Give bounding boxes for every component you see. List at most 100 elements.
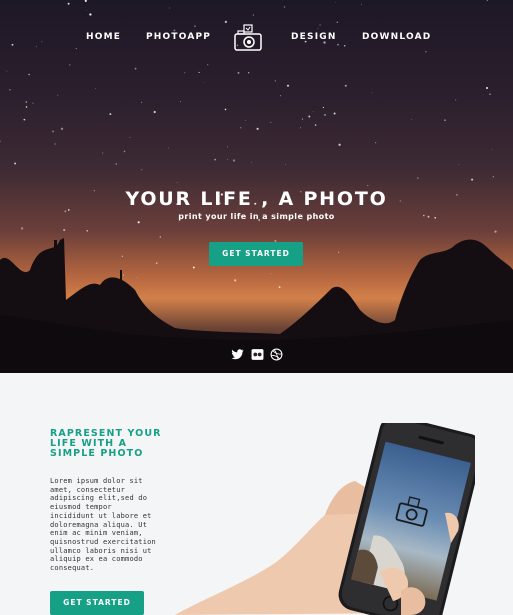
star: [485, 86, 489, 90]
star: [6, 70, 8, 72]
star: [301, 118, 303, 120]
feature-section: RAPRESENT YOUR LIFE WITH A SIMPLE PHOTO …: [0, 373, 513, 615]
feature-title: RAPRESENT YOUR LIFE WITH A SIMPLE PHOTO: [50, 429, 180, 459]
star: [226, 159, 228, 160]
star: [300, 127, 301, 129]
star: [52, 130, 54, 133]
feature-body-line: aliquip ex ea commodo: [50, 555, 143, 564]
nav-download[interactable]: DOWNLOAD: [362, 32, 431, 42]
camera-logo-icon[interactable]: [233, 24, 263, 54]
feature-body-line: doloremagna aliqua. Ut: [50, 520, 148, 529]
star: [141, 101, 143, 103]
hero-section: HOME PHOTOAPP DESIGN DOWNLOAD YOUR LIFE …: [0, 0, 513, 373]
star: [25, 106, 28, 108]
feature-title-line: SIMPLE PHOTO: [50, 448, 144, 459]
star: [286, 84, 290, 87]
star: [203, 82, 205, 83]
hero-get-started-button[interactable]: GET STARTED: [209, 242, 303, 266]
star: [95, 87, 96, 89]
hero-title: YOUR LIFE , A PHOTO: [125, 188, 388, 210]
star: [458, 164, 460, 166]
hero-subtitle: print your life in a simple photo: [178, 212, 335, 221]
feature-body-line: Lorem ipsum dolor sit: [50, 477, 143, 485]
star: [84, 0, 87, 2]
feature-body-line: incididunt ut labore et: [50, 511, 152, 520]
hand-holding-phone-image: [175, 423, 475, 615]
star: [14, 162, 17, 165]
feature-body-line: enim ac minim veniam,: [50, 529, 143, 538]
star: [314, 124, 317, 126]
star: [141, 169, 143, 171]
star: [69, 64, 71, 66]
star: [167, 147, 169, 149]
star: [123, 150, 126, 153]
feature-body-line: quisnostrud exercitation: [50, 537, 156, 546]
star: [455, 99, 457, 101]
star: [312, 111, 314, 112]
star: [338, 143, 341, 146]
feature-body-line: ullamco laboris nisi ut: [50, 546, 152, 555]
star: [492, 176, 494, 178]
star: [28, 73, 30, 76]
star: [256, 127, 259, 130]
star: [224, 108, 227, 111]
star: [115, 163, 118, 165]
star: [60, 127, 64, 130]
twitter-icon[interactable]: [231, 348, 244, 361]
star: [214, 158, 217, 161]
star: [248, 72, 250, 74]
star: [232, 159, 236, 162]
star: [486, 0, 488, 2]
star: [489, 93, 491, 95]
social-links: [0, 348, 513, 362]
star: [109, 113, 112, 116]
star: [335, 1, 337, 3]
top-nav: HOME PHOTOAPP DESIGN DOWNLOAD: [0, 24, 513, 54]
star: [67, 2, 70, 5]
star: [367, 184, 369, 186]
star: [102, 152, 104, 154]
star: [251, 162, 253, 164]
star: [54, 143, 56, 145]
star: [274, 80, 277, 82]
star: [283, 6, 286, 8]
star: [86, 10, 87, 12]
star: [224, 20, 228, 24]
nav-photoapp[interactable]: PHOTOAPP: [146, 32, 211, 42]
star: [444, 119, 446, 121]
star: [184, 72, 186, 74]
star: [176, 182, 178, 184]
star: [198, 71, 200, 73]
nav-design[interactable]: DESIGN: [291, 32, 337, 42]
star: [227, 146, 228, 148]
star: [491, 148, 493, 150]
star: [371, 92, 373, 94]
star: [336, 21, 339, 23]
feature-body-text: Lorem ipsum dolor sit amet, consectetur …: [50, 477, 168, 573]
star: [169, 7, 170, 9]
star: [0, 140, 1, 143]
star: [417, 177, 419, 179]
star: [23, 118, 26, 121]
feature-body-line: eiusmod tempor: [50, 503, 112, 512]
flickr-icon[interactable]: [251, 348, 264, 361]
star: [153, 110, 156, 114]
star: [308, 115, 311, 118]
star: [471, 178, 474, 181]
star: [270, 121, 272, 123]
star: [237, 71, 240, 74]
star: [207, 64, 209, 66]
dribbble-icon[interactable]: [270, 348, 283, 361]
star: [360, 3, 362, 5]
star: [344, 84, 347, 87]
star: [180, 101, 181, 102]
star: [32, 102, 34, 104]
star: [375, 142, 377, 144]
nav-home[interactable]: HOME: [86, 32, 121, 42]
star: [89, 13, 92, 16]
feature-body-line: adipiscing elit,sed do: [50, 494, 148, 503]
feature-get-started-button[interactable]: GET STARTED: [50, 591, 144, 615]
star: [244, 119, 246, 121]
star: [57, 94, 59, 96]
star: [25, 101, 27, 103]
